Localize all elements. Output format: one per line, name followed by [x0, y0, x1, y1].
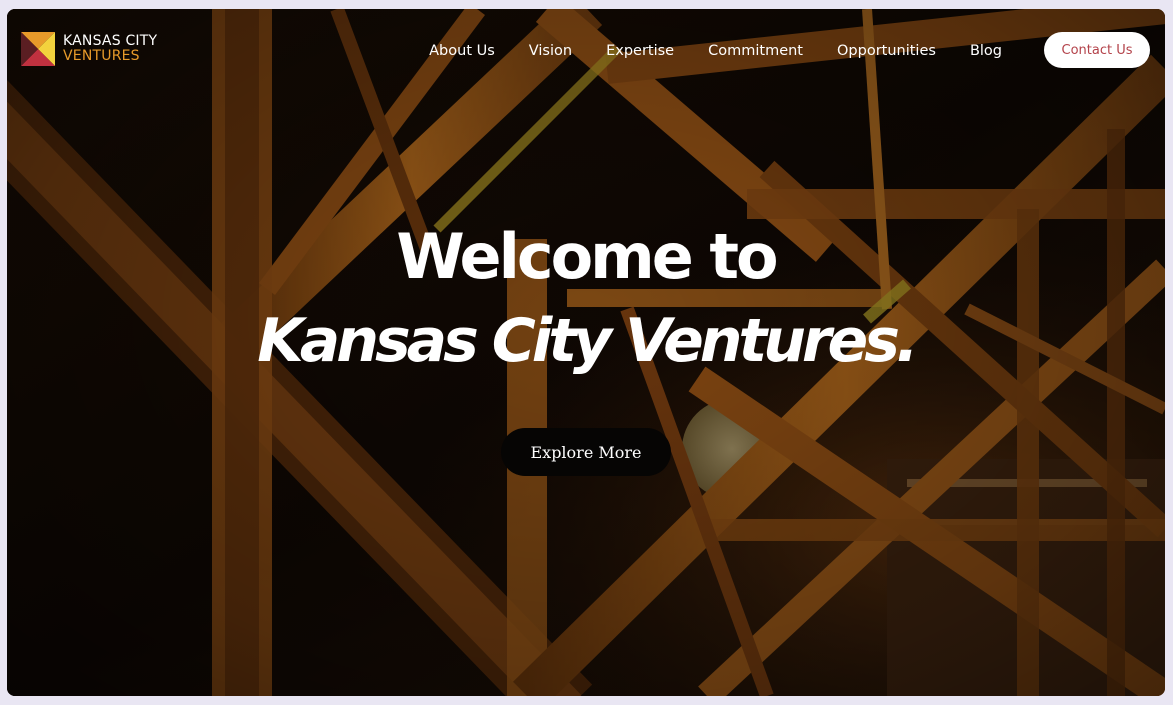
logo-line-2: VENTURES	[63, 48, 140, 64]
site-logo[interactable]: KANSAS CITY VENTURES	[21, 32, 157, 66]
hero-subtitle: Kansas City Ventures.	[257, 306, 918, 376]
nav-commitment[interactable]: Commitment	[691, 41, 820, 61]
nav-blog[interactable]: Blog	[953, 41, 1019, 61]
nav-expertise[interactable]: Expertise	[589, 41, 691, 61]
hero-title: Welcome to	[396, 220, 778, 293]
main-nav: About Us Vision Expertise Commitment Opp…	[412, 41, 1019, 61]
logo-mark-icon	[21, 32, 55, 66]
nav-vision[interactable]: Vision	[512, 41, 589, 61]
explore-more-button[interactable]: Explore More	[501, 428, 671, 476]
logo-wordmark: KANSAS CITY VENTURES	[63, 34, 157, 64]
contact-us-button[interactable]: Contact Us	[1044, 32, 1150, 68]
logo-line-1: KANSAS CITY	[63, 33, 158, 49]
nav-opportunities[interactable]: Opportunities	[820, 41, 953, 61]
page-frame: KANSAS CITY VENTURES About Us Vision Exp…	[7, 9, 1165, 696]
nav-about-us[interactable]: About Us	[412, 41, 512, 61]
